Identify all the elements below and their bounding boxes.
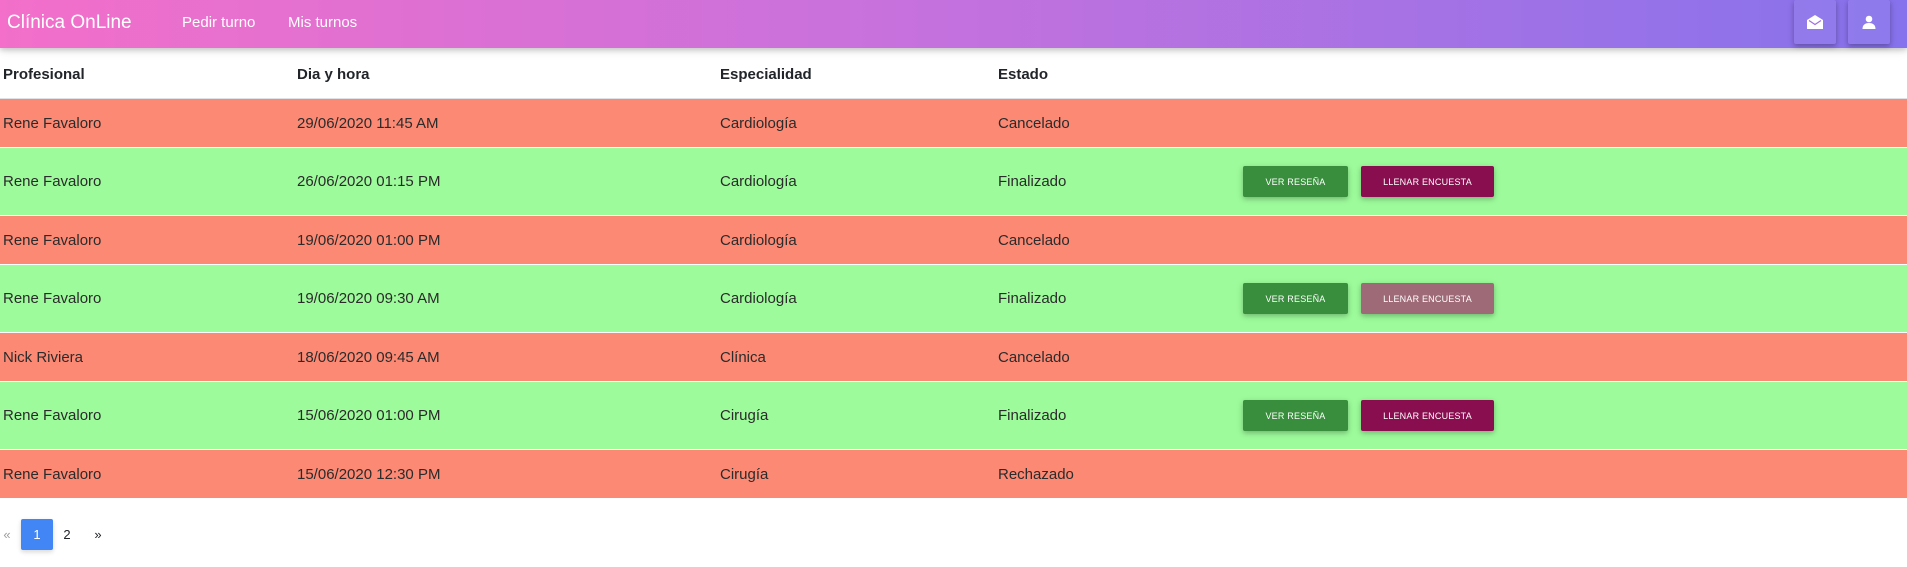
- cell-estado: Cancelado: [998, 115, 1070, 132]
- pagination-page-2[interactable]: 2: [55, 519, 79, 550]
- cell-especialidad: Cardiología: [720, 232, 797, 249]
- cell-dia-hora: 19/06/2020 09:30 AM: [297, 290, 440, 307]
- cell-profesional: Rene Favaloro: [3, 407, 102, 424]
- cell-especialidad: Cirugía: [720, 466, 769, 483]
- cell-dia-hora: 19/06/2020 01:00 PM: [297, 232, 441, 249]
- table-header: Profesional Dia y hora Especialidad Esta…: [0, 48, 1907, 99]
- top-navbar: Clínica OnLine Pedir turno Mis turnos: [0, 0, 1907, 48]
- llenar-encuesta-button-disabled: LLENAR ENCUESTA: [1361, 283, 1494, 314]
- brand-title[interactable]: Clínica OnLine: [7, 12, 132, 34]
- cell-dia-hora: 15/06/2020 12:30 PM: [297, 466, 441, 483]
- table-row: Rene Favaloro 15/06/2020 12:30 PM Cirugí…: [0, 450, 1907, 499]
- cell-especialidad: Cardiología: [720, 115, 797, 132]
- llenar-encuesta-button[interactable]: LLENAR ENCUESTA: [1361, 166, 1494, 197]
- cell-profesional: Rene Favaloro: [3, 466, 102, 483]
- mail-open-icon: [1807, 15, 1823, 29]
- table-row: Rene Favaloro 29/06/2020 11:45 AM Cardio…: [0, 99, 1907, 148]
- messages-button[interactable]: [1794, 0, 1836, 44]
- cell-dia-hora: 26/06/2020 01:15 PM: [297, 173, 441, 190]
- cell-dia-hora: 29/06/2020 11:45 AM: [297, 115, 439, 132]
- cell-profesional: Rene Favaloro: [3, 173, 102, 190]
- table-row: Rene Favaloro 15/06/2020 01:00 PM Cirugí…: [0, 382, 1907, 450]
- cell-especialidad: Cardiología: [720, 290, 797, 307]
- table-row: Rene Favaloro 26/06/2020 01:15 PM Cardio…: [0, 148, 1907, 216]
- cell-estado: Finalizado: [998, 173, 1067, 190]
- table-row: Nick Riviera 18/06/2020 09:45 AM Clínica…: [0, 333, 1907, 382]
- cell-profesional: Rene Favaloro: [3, 232, 102, 249]
- ver-resena-button[interactable]: VER RESEÑA: [1243, 283, 1348, 314]
- llenar-encuesta-button[interactable]: LLENAR ENCUESTA: [1361, 400, 1494, 431]
- cell-estado: Cancelado: [998, 349, 1070, 366]
- cell-estado: Cancelado: [998, 232, 1070, 249]
- cell-estado: Finalizado: [998, 290, 1067, 307]
- cell-profesional: Rene Favaloro: [3, 115, 102, 132]
- table-row: Rene Favaloro 19/06/2020 01:00 PM Cardio…: [0, 216, 1907, 265]
- turnos-table: Profesional Dia y hora Especialidad Esta…: [0, 48, 1907, 499]
- nav-mis-turnos[interactable]: Mis turnos: [288, 14, 357, 31]
- cell-estado: Finalizado: [998, 407, 1067, 424]
- cell-especialidad: Cirugía: [720, 407, 769, 424]
- cell-especialidad: Clínica: [720, 349, 766, 366]
- cell-especialidad: Cardiología: [720, 173, 797, 190]
- header-especialidad: Especialidad: [720, 66, 812, 83]
- user-icon: [1862, 15, 1876, 29]
- cell-profesional: Rene Favaloro: [3, 290, 102, 307]
- cell-profesional: Nick Riviera: [3, 349, 84, 366]
- nav-pedir-turno[interactable]: Pedir turno: [182, 14, 255, 31]
- table-row: Rene Favaloro 19/06/2020 09:30 AM Cardio…: [0, 265, 1907, 333]
- header-estado: Estado: [998, 66, 1049, 83]
- pagination-prev[interactable]: «: [0, 519, 14, 550]
- pagination-next[interactable]: »: [86, 519, 110, 550]
- cell-estado: Rechazado: [998, 466, 1074, 483]
- pagination-page-1[interactable]: 1: [21, 519, 53, 550]
- header-profesional: Profesional: [3, 66, 85, 83]
- profile-button[interactable]: [1848, 0, 1890, 44]
- cell-dia-hora: 18/06/2020 09:45 AM: [297, 349, 440, 366]
- ver-resena-button[interactable]: VER RESEÑA: [1243, 166, 1348, 197]
- header-dia-hora: Dia y hora: [297, 66, 370, 83]
- cell-dia-hora: 15/06/2020 01:00 PM: [297, 407, 441, 424]
- ver-resena-button[interactable]: VER RESEÑA: [1243, 400, 1348, 431]
